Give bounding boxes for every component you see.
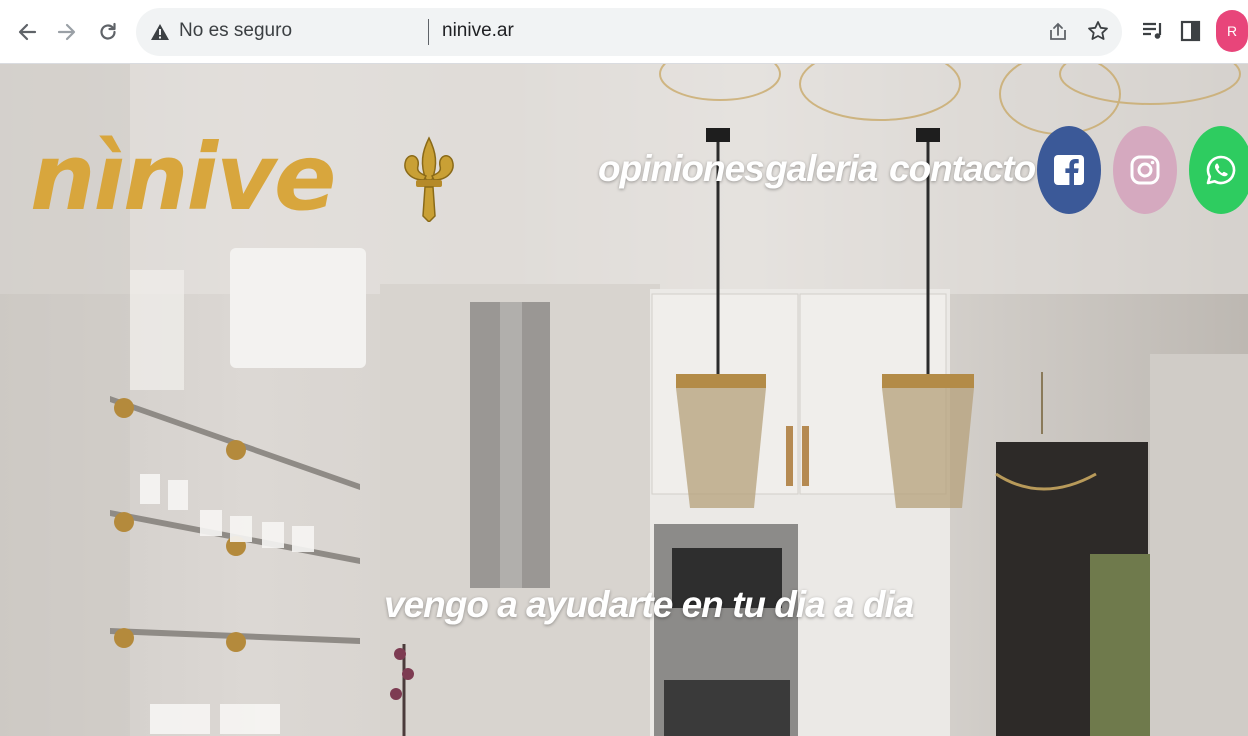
star-icon[interactable] [1086, 19, 1110, 43]
address-bar[interactable]: No es seguro ninive.ar [136, 8, 1122, 56]
reload-icon[interactable] [93, 17, 123, 47]
nav-opiniones[interactable]: opiniones [598, 148, 765, 190]
nav-galeria[interactable]: galeria [765, 148, 878, 190]
warning-icon[interactable] [150, 22, 170, 42]
security-label[interactable]: No es seguro [179, 20, 292, 42]
hero-tagline: vengo a ayudarte en tu dia a dia [384, 584, 914, 625]
side-panel-icon[interactable] [1178, 18, 1204, 44]
hero-section: nìnive opiniones galeria contacto vengo … [0, 64, 1248, 736]
whatsapp-icon [1206, 155, 1236, 185]
instagram-button[interactable] [1113, 126, 1177, 214]
forward-arrow-icon[interactable] [52, 17, 82, 47]
browser-toolbar: No es seguro ninive.ar R [0, 0, 1248, 64]
media-control-icon[interactable] [1140, 18, 1166, 44]
profile-avatar[interactable]: R [1216, 10, 1248, 52]
back-arrow-icon[interactable] [12, 17, 42, 47]
nav-contacto[interactable]: contacto [889, 148, 1036, 190]
fleur-de-lis-icon [404, 136, 454, 222]
whatsapp-button[interactable] [1189, 126, 1248, 214]
facebook-icon [1054, 155, 1084, 185]
facebook-button[interactable] [1037, 126, 1101, 214]
url-text[interactable]: ninive.ar [442, 20, 514, 42]
site-logo[interactable]: nìnive [30, 132, 336, 224]
omnibox-divider [428, 19, 429, 45]
share-icon[interactable] [1046, 20, 1070, 44]
instagram-icon [1130, 155, 1160, 185]
